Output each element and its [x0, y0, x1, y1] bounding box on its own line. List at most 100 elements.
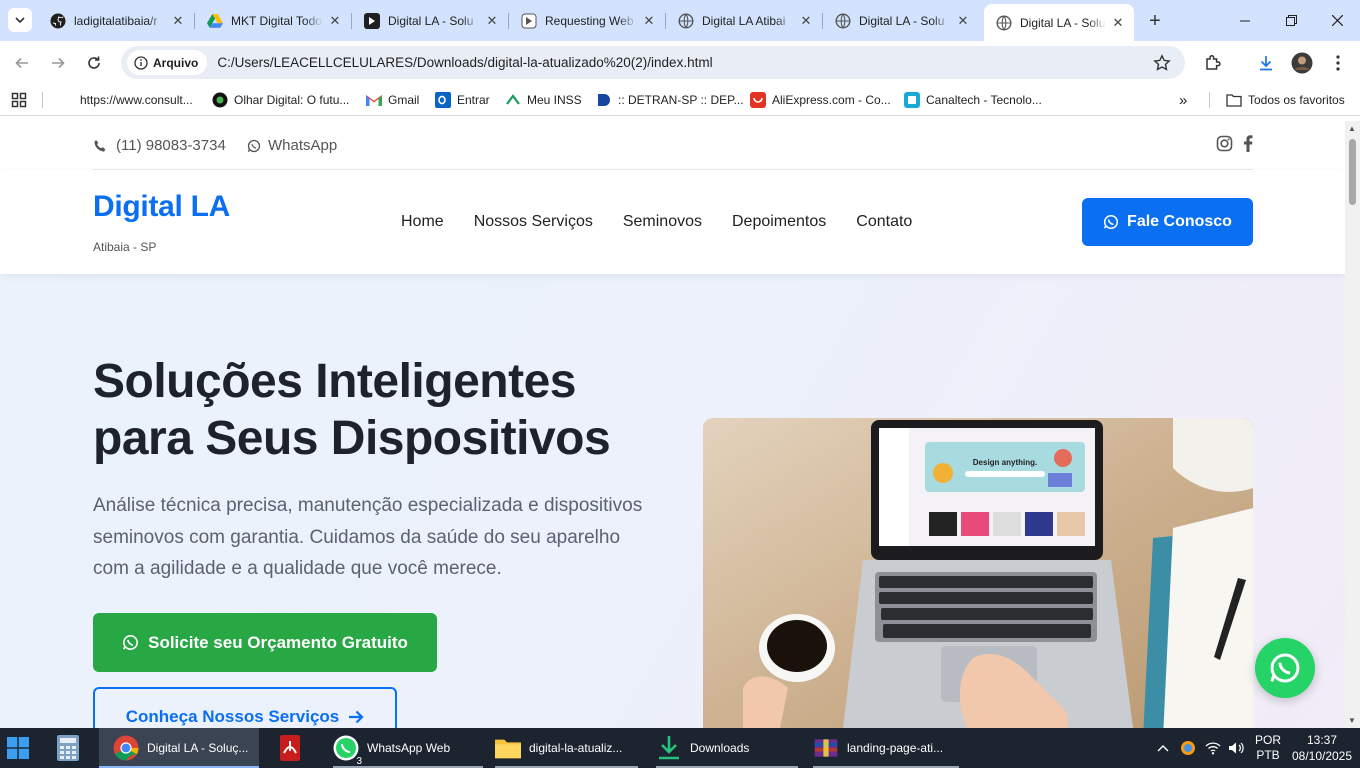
tab-1[interactable]: ladigitalatibaia/r ✕	[38, 6, 195, 35]
tab-title: Digital LA Atibai	[702, 13, 786, 28]
network-icon[interactable]	[1205, 728, 1221, 768]
address-bar[interactable]: Arquivo C:/Users/LEACELLCELULARES/Downlo…	[121, 46, 1185, 79]
nav-seminovos[interactable]: Seminovos	[623, 213, 702, 231]
globe-icon	[678, 12, 694, 29]
all-bookmarks-button[interactable]: Todos os favoritos	[1226, 90, 1345, 110]
forward-button[interactable]	[44, 49, 72, 77]
instagram-icon[interactable]	[1216, 135, 1233, 152]
nav-depoimentos[interactable]: Depoimentos	[732, 213, 826, 231]
grid-icon	[11, 92, 27, 108]
servicos-button[interactable]: Conheça Nossos Serviços	[93, 687, 397, 728]
scroll-up-icon[interactable]: ▲	[1348, 124, 1356, 133]
start-button[interactable]	[4, 728, 32, 768]
bookmarks-overflow-button[interactable]: »	[1179, 90, 1187, 110]
google-drive-icon	[207, 13, 223, 29]
site-logo[interactable]: Digital LA	[93, 190, 230, 224]
taskbar-whatsapp[interactable]: 3 WhatsApp Web	[333, 728, 483, 768]
whatsapp-icon	[1270, 653, 1300, 683]
download-icon	[1260, 56, 1272, 71]
close-icon[interactable]: ✕	[327, 13, 343, 29]
tab-5[interactable]: Digital LA Atibai ✕	[666, 6, 823, 35]
minimize-button[interactable]	[1222, 0, 1268, 41]
extensions-button[interactable]	[1199, 49, 1227, 77]
bookmark-aliexpress[interactable]: AliExpress.com - Co...	[750, 90, 891, 110]
whatsapp-label: WhatsApp	[268, 137, 338, 154]
close-icon[interactable]: ✕	[1110, 15, 1126, 31]
scroll-thumb[interactable]	[1349, 139, 1356, 205]
tab-3[interactable]: Digital LA - Solu ✕	[352, 6, 509, 35]
taskbar-label: WhatsApp Web	[367, 741, 451, 755]
winrar-taskbar[interactable]	[276, 728, 304, 768]
canaltech-icon	[904, 92, 920, 108]
reload-button[interactable]	[80, 49, 108, 77]
downloads-button[interactable]	[1252, 49, 1280, 77]
pdf-tool-icon	[280, 735, 300, 761]
browser-toolbar: Arquivo C:/Users/LEACELLCELULARES/Downlo…	[0, 41, 1360, 84]
taskbar-chrome[interactable]: Digital LA - Soluç...	[99, 728, 259, 768]
site-location: Atibaia - SP	[93, 240, 157, 254]
floating-whatsapp-button[interactable]	[1255, 638, 1315, 698]
bookmark-gmail[interactable]: Gmail	[366, 90, 419, 110]
orcamento-button[interactable]: Solicite seu Orçamento Gratuito	[93, 613, 437, 672]
globe-icon	[835, 12, 851, 29]
calculator-taskbar[interactable]	[55, 728, 81, 768]
close-icon[interactable]: ✕	[641, 13, 657, 29]
tab-search-button[interactable]	[8, 8, 32, 32]
fale-conosco-button[interactable]: Fale Conosco	[1082, 198, 1253, 246]
bookmark-consult[interactable]: https://www.consult...	[80, 90, 193, 110]
nav-contato[interactable]: Contato	[856, 213, 912, 231]
bookmark-label: :: DETRAN-SP :: DEP...	[618, 93, 744, 107]
facebook-icon[interactable]	[1243, 135, 1253, 152]
scroll-down-icon[interactable]: ▼	[1348, 716, 1356, 725]
bookmark-entrar[interactable]: Entrar	[435, 90, 490, 110]
bookmark-olhar-digital[interactable]: Olhar Digital: O futu...	[212, 90, 349, 110]
tab-strip: ladigitalatibaia/r ✕ MKT Digital Todo ✕ …	[0, 0, 1360, 41]
tab-4[interactable]: Requesting Web ✕	[509, 6, 666, 35]
whatsapp-icon	[247, 139, 261, 152]
bookmark-detran[interactable]: :: DETRAN-SP :: DEP...	[596, 90, 744, 110]
taskbar-downloads[interactable]: Downloads	[656, 728, 798, 768]
tab-active[interactable]: Digital LA - Solu ✕	[984, 4, 1134, 41]
close-window-button[interactable]	[1314, 0, 1360, 41]
volume-icon[interactable]	[1228, 728, 1245, 768]
screen-text: Design anything.	[973, 458, 1037, 467]
arrow-left-icon	[15, 57, 28, 69]
bookmark-meu-inss[interactable]: Meu INSS	[505, 90, 582, 110]
outlook-icon	[435, 92, 451, 108]
hero-section: Soluções Inteligentes para Seus Disposit…	[0, 274, 1345, 728]
tab-2[interactable]: MKT Digital Todo ✕	[195, 6, 352, 35]
site-info-chip[interactable]: Arquivo	[127, 50, 208, 75]
new-tab-button[interactable]: +	[1143, 9, 1167, 33]
nav-servicos[interactable]: Nossos Serviços	[474, 213, 593, 231]
chevron-down-icon	[15, 17, 25, 24]
taskbar-winrar[interactable]: landing-page-ati...	[813, 728, 959, 768]
clock-time: 13:37	[1306, 733, 1338, 747]
close-icon[interactable]: ✕	[798, 13, 814, 29]
bookmark-label: Meu INSS	[527, 93, 582, 107]
bookmarks-bar: https://www.consult... Olhar Digital: O …	[0, 84, 1360, 116]
profile-avatar[interactable]	[1288, 49, 1316, 77]
close-icon[interactable]: ✕	[170, 13, 186, 29]
bookmark-label: https://www.consult...	[80, 93, 193, 107]
page-scrollbar[interactable]: ▲ ▼	[1345, 121, 1360, 728]
close-icon[interactable]: ✕	[955, 13, 971, 29]
url-text[interactable]: C:/Users/LEACELLCELULARES/Downloads/digi…	[217, 55, 712, 70]
tray-app-icon[interactable]	[1180, 728, 1196, 768]
close-icon[interactable]: ✕	[484, 13, 500, 29]
apps-button[interactable]	[11, 90, 27, 110]
phone-contact[interactable]: (11) 98083-3734	[93, 137, 226, 154]
nav-home[interactable]: Home	[401, 213, 444, 231]
star-icon[interactable]	[1153, 54, 1171, 72]
back-button[interactable]	[8, 49, 36, 77]
whatsapp-contact[interactable]: WhatsApp	[247, 137, 337, 154]
folder-icon	[1226, 92, 1242, 108]
chevron-up-icon	[1157, 745, 1169, 752]
restore-button[interactable]	[1268, 0, 1314, 41]
bookmark-canaltech[interactable]: Canaltech - Tecnolo...	[904, 90, 1042, 110]
tab-6[interactable]: Digital LA - Solu ✕	[823, 6, 979, 35]
clock[interactable]: 13:37 08/10/2025	[1290, 728, 1354, 768]
tray-overflow-button[interactable]	[1157, 728, 1169, 768]
menu-button[interactable]	[1324, 49, 1352, 77]
language-indicator[interactable]: POR PTB	[1255, 728, 1281, 768]
taskbar-explorer-digital-la[interactable]: digital-la-atualiz...	[495, 728, 638, 768]
